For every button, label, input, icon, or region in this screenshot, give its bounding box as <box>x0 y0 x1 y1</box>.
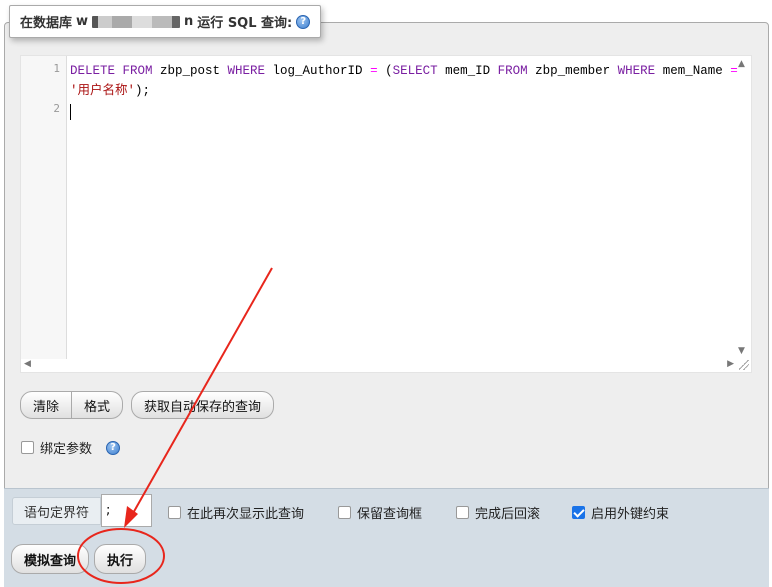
show-query-again-checkbox[interactable] <box>168 506 181 519</box>
sql-identifier: mem_Name <box>655 64 731 78</box>
option-label[interactable]: 在此再次显示此查询 <box>187 503 304 522</box>
horizontal-scrollbar[interactable]: ◀ ▶ <box>21 356 737 372</box>
bind-params-label[interactable]: 绑定参数 <box>40 438 92 457</box>
option-label[interactable]: 保留查询框 <box>357 503 422 522</box>
sql-keyword: DELETE FROM <box>70 64 153 78</box>
sql-identifier: mem_ID <box>437 64 498 78</box>
scroll-down-icon[interactable]: ▼ <box>738 346 745 356</box>
rollback-checkbox[interactable] <box>456 506 469 519</box>
scroll-right-icon[interactable]: ▶ <box>727 359 734 369</box>
scroll-up-icon[interactable]: ▲ <box>738 59 745 69</box>
delimiter-label: 语句定界符 <box>12 497 101 525</box>
resize-grip-icon[interactable] <box>739 360 749 370</box>
sql-string: '用户名称' <box>70 84 136 98</box>
legend-db-end: n <box>184 14 194 29</box>
vertical-scrollbar[interactable]: ▲ ▼ <box>735 56 751 359</box>
line-number: 1 <box>53 62 60 75</box>
option-label[interactable]: 完成后回滚 <box>475 503 540 522</box>
sql-code[interactable]: DELETE FROM zbp_post WHERE log_AuthorID … <box>70 61 738 121</box>
code-line-2 <box>70 101 738 121</box>
sql-identifier: zbp_post <box>152 64 228 78</box>
bind-params-row: 绑定参数 ? <box>21 438 121 457</box>
code-line-1-wrap: '用户名称'); <box>70 81 738 101</box>
sql-identifier: log_AuthorID <box>265 64 371 78</box>
clear-button[interactable]: 清除 <box>20 391 73 419</box>
sql-punct: ); <box>135 84 151 98</box>
help-icon[interactable]: ? <box>296 14 311 29</box>
line-number-gutter: 1 2 <box>21 56 67 359</box>
sql-punct: ( <box>377 64 393 78</box>
scroll-left-icon[interactable]: ◀ <box>24 359 31 369</box>
sql-keyword: FROM <box>497 64 528 78</box>
option-rollback-when-finished[interactable]: 完成后回滚 <box>456 503 540 522</box>
format-button[interactable]: 格式 <box>72 391 124 419</box>
redacted-db-name <box>92 15 181 28</box>
simulate-query-button[interactable]: 模拟查询 <box>11 544 90 574</box>
foreign-keys-checkbox[interactable] <box>572 506 585 519</box>
editor-button-group: 清除 格式 <box>20 391 124 419</box>
execute-button[interactable]: 执行 <box>94 544 147 574</box>
sql-query-legend: 在数据库 w n 运行 SQL 查询: ? <box>9 5 322 38</box>
sql-keyword: WHERE <box>617 64 656 78</box>
option-retain-query-box[interactable]: 保留查询框 <box>338 503 422 522</box>
get-autosaved-query-button[interactable]: 获取自动保存的查询 <box>131 391 275 419</box>
retain-query-box-checkbox[interactable] <box>338 506 351 519</box>
option-show-query-again[interactable]: 在此再次显示此查询 <box>168 503 304 522</box>
option-label[interactable]: 启用外键约束 <box>591 503 669 522</box>
code-line-1: DELETE FROM zbp_post WHERE log_AuthorID … <box>70 61 738 81</box>
legend-db-start: w <box>76 14 89 29</box>
legend-prefix: 在数据库 <box>20 16 73 31</box>
line-number: 2 <box>53 102 60 115</box>
sql-editor[interactable]: 1 2 DELETE FROM zbp_post WHERE log_Autho… <box>20 55 752 373</box>
legend-suffix: 运行 SQL 查询: <box>197 16 293 31</box>
bind-params-checkbox[interactable] <box>21 441 34 454</box>
delimiter-input[interactable] <box>101 494 152 527</box>
sql-operator: = <box>370 64 378 78</box>
sql-keyword: SELECT <box>392 64 438 78</box>
option-enable-foreign-keys[interactable]: 启用外键约束 <box>572 503 669 522</box>
sql-keyword: WHERE <box>227 64 266 78</box>
help-icon[interactable]: ? <box>106 440 121 455</box>
text-cursor <box>70 103 71 120</box>
sql-identifier: zbp_member <box>527 64 618 78</box>
